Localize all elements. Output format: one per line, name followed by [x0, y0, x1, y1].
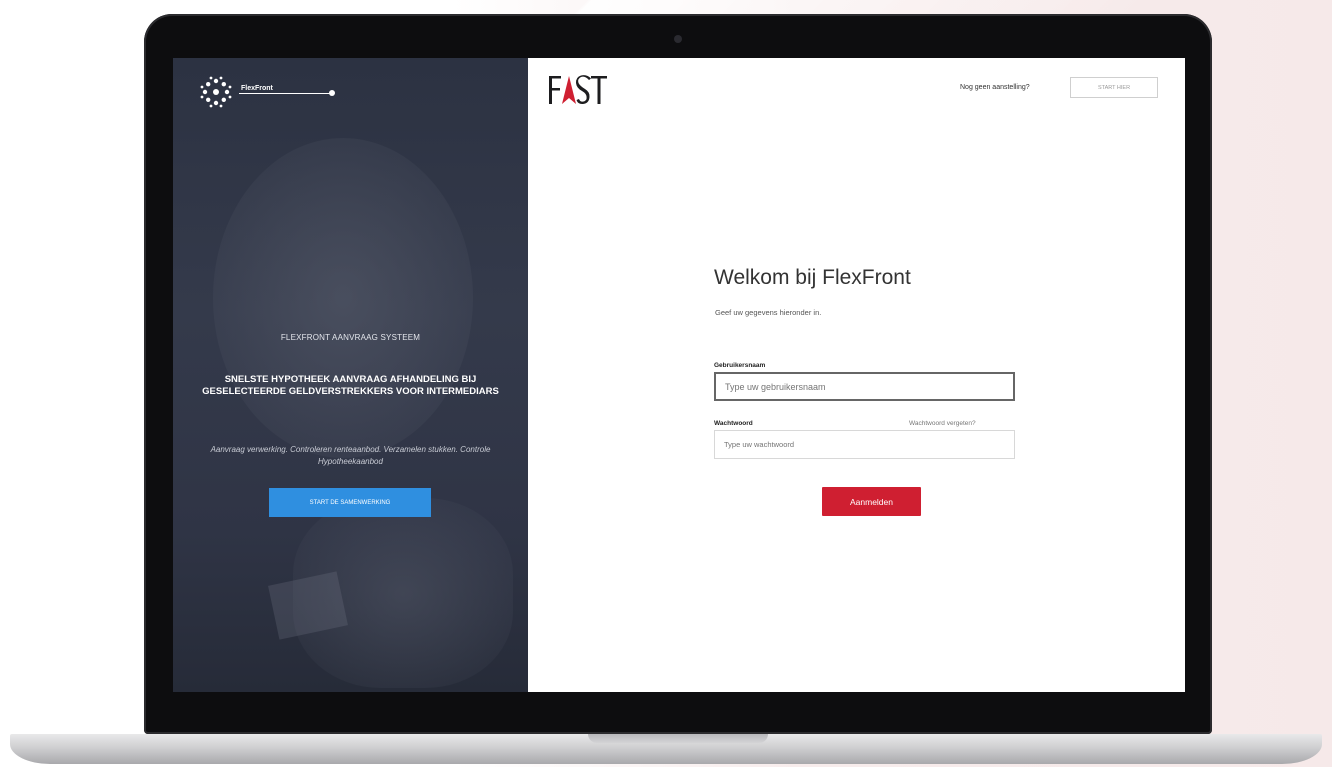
- password-field[interactable]: [714, 430, 1015, 459]
- screen-bezel-bottom: [173, 692, 1185, 700]
- left-headline: SNELSTE HYPOTHEEK AANVRAAG AFHANDELING B…: [202, 374, 499, 397]
- signin-button[interactable]: Aanmelden: [822, 487, 921, 516]
- right-panel: Nog geen aanstelling? START HIER Welkom …: [528, 58, 1185, 692]
- fast-logo[interactable]: [547, 72, 627, 108]
- intro-text: Geef uw gegevens hieronder in.: [715, 308, 822, 317]
- laptop-notch: [588, 734, 768, 743]
- left-panel: FlexFront FLEXFRONT AANVRAAG SYSTEEM SNE…: [173, 58, 528, 692]
- webcam-icon: [674, 35, 682, 43]
- fast-logo-icon: [549, 75, 607, 105]
- username-label: Gebruikersnaam: [714, 362, 766, 369]
- forgot-password-link[interactable]: Wachtwoord vergeten?: [909, 420, 976, 427]
- brand-name: FlexFront: [241, 84, 273, 92]
- no-appointment-text: Nog geen aanstelling?: [960, 84, 1030, 91]
- left-kicker: FLEXFRONT AANVRAAG SYSTEEM: [280, 333, 421, 342]
- password-label: Wachtwoord: [714, 420, 753, 427]
- flexfront-logo-icon: [200, 76, 232, 108]
- username-field[interactable]: [714, 372, 1015, 401]
- page-title: Welkom bij FlexFront: [714, 266, 911, 289]
- start-collaboration-button[interactable]: START DE SAMENWERKING: [269, 488, 431, 517]
- logo-dot-icon: [329, 90, 335, 96]
- start-here-button[interactable]: START HIER: [1070, 77, 1158, 98]
- logo-underline: [239, 93, 331, 94]
- laptop-screen: FlexFront FLEXFRONT AANVRAAG SYSTEEM SNE…: [173, 58, 1185, 692]
- flexfront-logo[interactable]: FlexFront: [199, 72, 273, 112]
- left-subtext: Aanvraag verwerking. Controleren renteaa…: [210, 445, 491, 466]
- background-photo: [213, 138, 473, 458]
